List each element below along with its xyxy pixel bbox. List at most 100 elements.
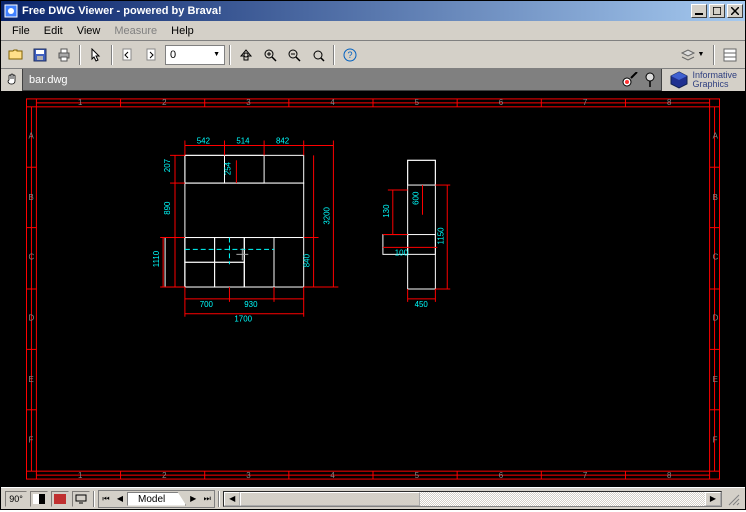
brand-line2: Graphics (692, 80, 737, 89)
document-bar: bar.dwg Informative Graphics (1, 69, 745, 91)
svg-text:890: 890 (163, 201, 172, 215)
open-button[interactable] (5, 44, 27, 66)
tab-prev-button[interactable]: ◀ (113, 491, 127, 507)
svg-text:1700: 1700 (234, 315, 252, 324)
svg-text:1: 1 (78, 471, 83, 480)
dropdown-arrow-icon: ▼ (698, 51, 705, 58)
svg-text:A: A (28, 132, 34, 141)
svg-text:B: B (713, 193, 718, 202)
statusbar: 90° ⏮ ◀ Model ▶ ⏭ ◀ ▶ (1, 487, 745, 509)
toolbar-separator (79, 45, 81, 65)
svg-text:130: 130 (382, 204, 391, 218)
svg-text:5: 5 (415, 471, 420, 480)
layers-button[interactable]: ▼ (675, 44, 709, 66)
tab-model[interactable]: Model (127, 492, 186, 506)
svg-text:2: 2 (162, 471, 166, 480)
scroll-track[interactable] (240, 492, 705, 506)
svg-text:700: 700 (200, 300, 214, 309)
resize-grip[interactable] (725, 491, 741, 507)
svg-text:4: 4 (330, 98, 335, 107)
tab-last-button[interactable]: ⏭ (200, 491, 214, 507)
svg-text:4: 4 (330, 471, 335, 480)
pan-hand-icon[interactable] (1, 69, 23, 91)
svg-text:207: 207 (163, 159, 172, 172)
close-button[interactable] (727, 4, 743, 18)
scroll-right-button[interactable]: ▶ (705, 492, 721, 506)
menu-help[interactable]: Help (164, 23, 201, 39)
zoom-out-button[interactable] (283, 44, 305, 66)
drawing-canvas[interactable]: 12345678 12345678 ABCDEF ABCDEF (1, 91, 745, 487)
dwg-content: 12345678 12345678 ABCDEF ABCDEF (1, 91, 745, 487)
save-button[interactable] (29, 44, 51, 66)
app-window: Free DWG Viewer - powered by Brava! File… (0, 0, 746, 510)
properties-button[interactable] (719, 44, 741, 66)
svg-text:2: 2 (162, 98, 166, 107)
svg-text:3: 3 (246, 471, 251, 480)
zoom-fit-button[interactable] (307, 44, 329, 66)
window-controls (689, 4, 743, 18)
docbar-right (621, 72, 661, 88)
minimize-button[interactable] (691, 4, 707, 18)
next-page-button[interactable] (141, 44, 163, 66)
scroll-left-button[interactable]: ◀ (224, 492, 240, 506)
svg-text:1150: 1150 (436, 227, 445, 245)
tab-next-button[interactable]: ▶ (186, 491, 200, 507)
svg-text:842: 842 (276, 136, 289, 145)
svg-text:930: 930 (244, 300, 258, 309)
toolbar-separator (229, 45, 231, 65)
svg-text:5: 5 (415, 98, 420, 107)
window-title: Free DWG Viewer - powered by Brava! (22, 5, 689, 17)
color-mode-button[interactable] (51, 491, 69, 507)
brand-logo[interactable]: Informative Graphics (661, 69, 745, 91)
pointer-button[interactable] (85, 44, 107, 66)
svg-text:B: B (28, 193, 33, 202)
titlebar: Free DWG Viewer - powered by Brava! (1, 1, 745, 21)
svg-text:8: 8 (667, 98, 672, 107)
svg-text:A: A (713, 132, 719, 141)
svg-text:F: F (28, 435, 33, 444)
toolbar-separator (713, 45, 715, 65)
svg-text:1110: 1110 (152, 250, 161, 267)
eyedropper-icon[interactable] (621, 72, 639, 88)
pin-icon[interactable] (643, 72, 657, 88)
menu-edit[interactable]: Edit (37, 23, 70, 39)
tab-first-button[interactable]: ⏮ (99, 491, 113, 507)
monitor-button[interactable] (72, 491, 90, 507)
svg-text:3: 3 (246, 98, 251, 107)
svg-text:E: E (28, 375, 33, 384)
menubar: File Edit View Measure Help (1, 21, 745, 41)
rotate-button[interactable]: 90° (5, 491, 27, 507)
svg-text:100: 100 (395, 248, 409, 257)
svg-text:7: 7 (583, 471, 587, 480)
svg-text:254: 254 (223, 161, 232, 175)
pan-button[interactable] (235, 44, 257, 66)
page-select[interactable]: 0 ▼ (165, 45, 225, 65)
print-button[interactable] (53, 44, 75, 66)
svg-text:7: 7 (583, 98, 587, 107)
scroll-thumb[interactable] (240, 492, 420, 506)
document-filename: bar.dwg (23, 74, 621, 86)
svg-text:600: 600 (412, 191, 421, 205)
menu-view[interactable]: View (70, 23, 108, 39)
app-icon (3, 3, 19, 19)
help-button[interactable]: ? (339, 44, 361, 66)
svg-text:542: 542 (197, 136, 210, 145)
svg-text:6: 6 (499, 98, 504, 107)
svg-text:?: ? (347, 50, 352, 60)
zoom-in-button[interactable] (259, 44, 281, 66)
maximize-button[interactable] (709, 4, 725, 18)
prev-page-button[interactable] (117, 44, 139, 66)
bw-mode-button[interactable] (30, 491, 48, 507)
svg-text:3200: 3200 (322, 206, 331, 224)
svg-text:6: 6 (499, 471, 504, 480)
layout-tabs: ⏮ ◀ Model ▶ ⏭ (98, 490, 215, 508)
menu-file[interactable]: File (5, 23, 37, 39)
menu-measure[interactable]: Measure (107, 23, 164, 39)
svg-text:E: E (713, 375, 718, 384)
page-value: 0 (170, 49, 176, 61)
svg-text:840: 840 (303, 253, 312, 267)
svg-text:D: D (28, 314, 34, 323)
svg-text:514: 514 (236, 136, 250, 145)
horizontal-scrollbar[interactable]: ◀ ▶ (223, 491, 722, 507)
status-separator (218, 491, 220, 507)
